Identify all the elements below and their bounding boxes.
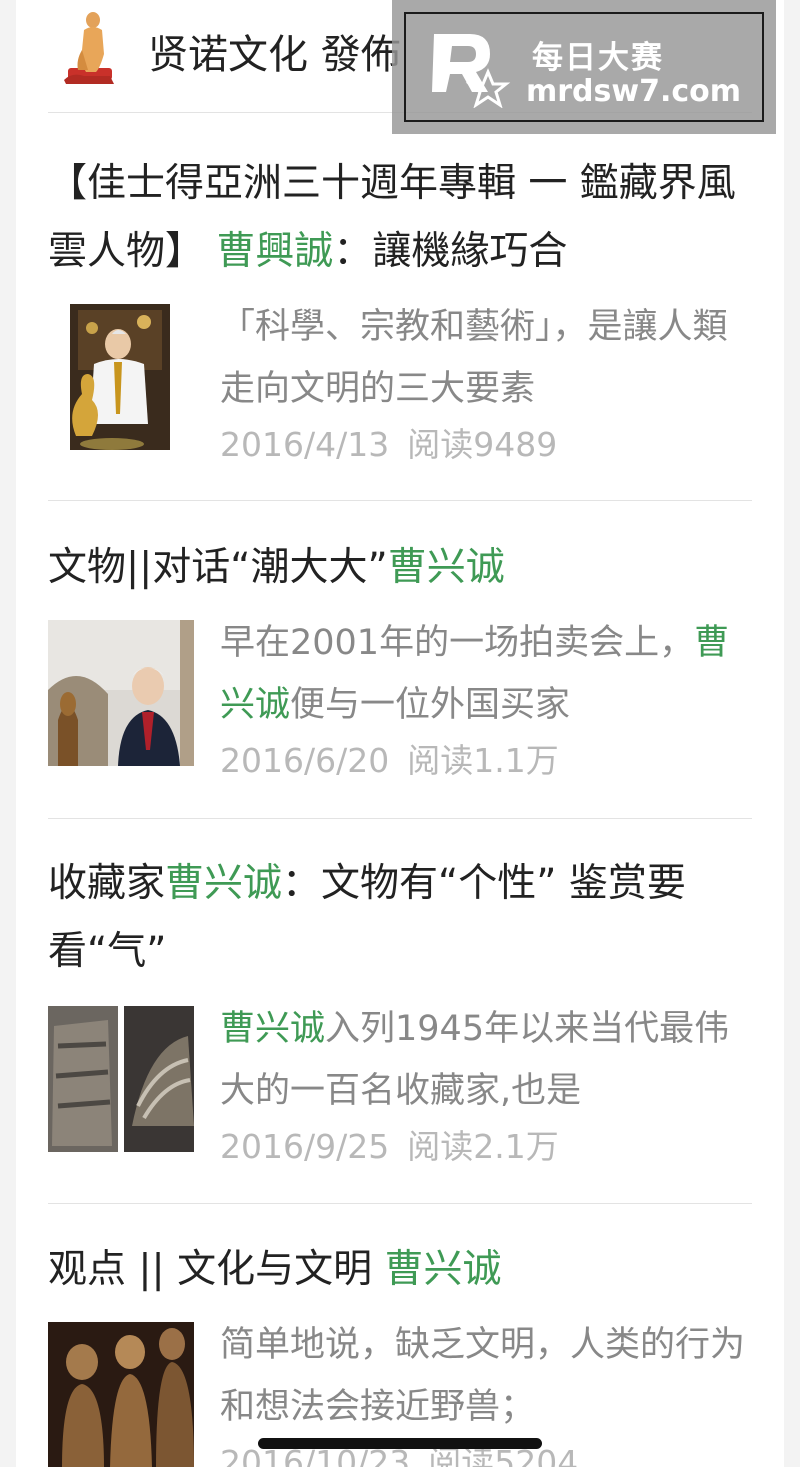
article-title[interactable]: 观点 || 文化与文明 曹兴诚: [48, 1236, 752, 1304]
article-item[interactable]: 【佳士得亞洲三十週年專輯 一 鑑藏界風雲人物】 曹興誠：讓機緣巧合 「科學、宗教…: [48, 150, 752, 490]
article-meta: 2016/6/20 阅读1.1万: [220, 734, 559, 782]
article-title[interactable]: 收藏家曹兴诚：文物有“个性” 鉴赏要看“气”: [48, 850, 752, 986]
article-item[interactable]: 收藏家曹兴诚：文物有“个性” 鉴赏要看“气” 曹兴诚入列1945年以来当代最伟大…: [48, 850, 752, 1192]
watermark-logo-icon: [432, 34, 511, 108]
article-digest: 早在2001年的一场拍卖会上，曹兴诚便与一位外国买家: [220, 612, 752, 736]
article-digest-text: 便与一位外国买家: [290, 685, 571, 725]
publish-date: 2016/6/20: [220, 741, 390, 780]
watermark-title: 每日大赛: [532, 40, 664, 76]
highlighted-keyword: 曹兴诚: [387, 545, 505, 590]
divider: [48, 500, 752, 501]
article-title[interactable]: 【佳士得亞洲三十週年專輯 一 鑑藏界風雲人物】 曹興誠：讓機緣巧合: [48, 150, 752, 286]
read-count: 阅读9489: [407, 425, 558, 464]
highlighted-keyword: 曹兴诚: [220, 1009, 326, 1049]
article-thumbnail[interactable]: [48, 1006, 194, 1152]
account-name: 贤诺文化 發佈: [148, 32, 401, 78]
article-digest-text: 早在2001年的一场拍卖会上，: [220, 623, 695, 663]
article-digest: 简单地说，缺乏文明，人类的行为和想法会接近野兽；: [220, 1314, 752, 1438]
read-count: 阅读2.1万: [407, 1127, 559, 1166]
article-title-text: 收藏家: [48, 861, 166, 906]
article-digest-text: 「科學、宗教和藝術」，是讓人類走向文明的三大要素: [220, 307, 728, 409]
watermark-banner: 每日大赛 mrdsw7.com: [392, 0, 776, 134]
article-meta: 2016/4/13 阅读9489: [220, 418, 557, 466]
article-thumbnail[interactable]: [48, 304, 194, 450]
publish-date: 2016/9/25: [220, 1127, 390, 1166]
article-title-text: 文物||对话“潮大大”: [48, 545, 388, 590]
account-logo-icon: [64, 12, 114, 84]
publish-date: 2016/4/13: [220, 425, 390, 464]
article-item[interactable]: 文物||对话“潮大大”曹兴诚 早在2001年的一场拍卖会上，曹兴诚便与一位外国买…: [48, 534, 752, 806]
watermark-frame: 每日大赛 mrdsw7.com: [404, 12, 764, 122]
home-indicator-bar[interactable]: [258, 1438, 542, 1449]
highlighted-keyword: 曹兴诚: [165, 861, 283, 906]
article-title-text: ：讓機緣巧合: [333, 229, 568, 274]
article-digest-text: 简单地说，缺乏文明，人类的行为和想法会接近野兽；: [220, 1325, 746, 1427]
article-meta: 2016/9/25 阅读2.1万: [220, 1120, 559, 1168]
read-count: 阅读1.1万: [407, 741, 559, 780]
article-title-text: 观点 || 文化与文明: [48, 1247, 385, 1292]
highlighted-keyword: 曹興誠: [216, 229, 334, 274]
article-thumbnail[interactable]: [48, 620, 194, 766]
article-thumbnail[interactable]: [48, 1322, 194, 1467]
article-item[interactable]: 观点 || 文化与文明 曹兴诚 简单地说，缺乏文明，人类的行为和想法会接近野兽；…: [48, 1236, 752, 1467]
divider: [48, 1203, 752, 1204]
divider: [48, 818, 752, 819]
article-digest: 曹兴诚入列1945年以来当代最伟大的一百名收藏家,也是: [220, 998, 752, 1122]
article-title[interactable]: 文物||对话“潮大大”曹兴诚: [48, 534, 752, 602]
article-digest: 「科學、宗教和藝術」，是讓人類走向文明的三大要素: [220, 296, 752, 420]
article-list-page: 贤诺文化 發佈 【佳士得亞洲三十週年專輯 一 鑑藏界風雲人物】 曹興誠：讓機緣巧…: [16, 0, 784, 1467]
watermark-url: mrdsw7.com: [526, 74, 742, 109]
highlighted-keyword: 曹兴诚: [384, 1247, 502, 1292]
